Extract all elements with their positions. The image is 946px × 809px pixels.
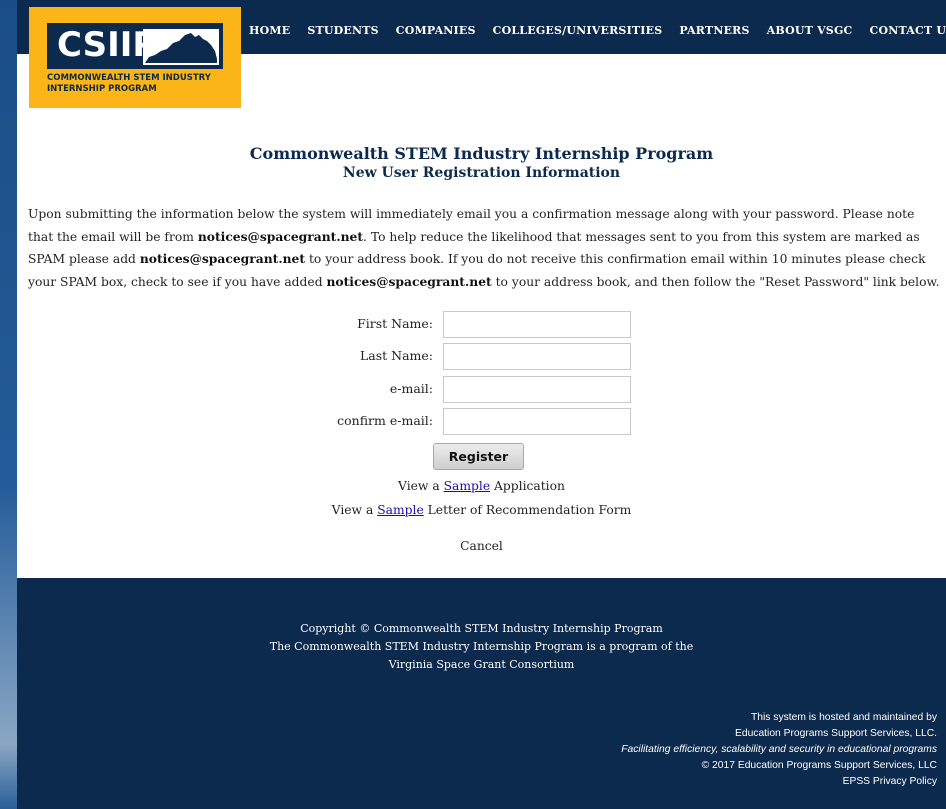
virginia-map-icon xyxy=(143,29,219,65)
footer-copyright: Copyright © Commonwealth STEM Industry I… xyxy=(300,622,663,635)
first-name-label: First Name: xyxy=(357,316,433,331)
confirm-email-row: confirm e-mail: xyxy=(17,408,946,436)
intro-paragraph: Upon submitting the information below th… xyxy=(28,207,940,289)
nav-colleges-universities[interactable]: COLLEGES/UNIVERSITIES xyxy=(493,24,663,37)
first-name-input[interactable] xyxy=(443,311,631,338)
email-input[interactable] xyxy=(443,376,631,403)
sender-email: notices@spacegrant.net xyxy=(197,228,364,244)
nav-about-vsgc[interactable]: ABOUT VSGC xyxy=(767,24,853,37)
site-logo[interactable]: CSIIP COMMONWEALTH STEM INDUSTRY INTERNS… xyxy=(29,7,241,108)
privacy-policy-link[interactable]: EPSS Privacy Policy xyxy=(621,774,937,790)
nav-home[interactable]: HOME xyxy=(249,24,290,37)
confirm-email-label: confirm e-mail: xyxy=(337,413,433,428)
page: HOME STUDENTS COMPANIES COLLEGES/UNIVERS… xyxy=(17,0,946,809)
page-subtitle: New User Registration Information xyxy=(342,165,621,181)
confirm-email-input[interactable] xyxy=(443,408,631,435)
nav-partners[interactable]: PARTNERS xyxy=(679,24,749,37)
nav-companies[interactable]: COMPANIES xyxy=(396,24,476,37)
main-content: Commonwealth STEM Industry Internship Pr… xyxy=(17,54,946,578)
logo-badge: CSIIP xyxy=(47,23,223,69)
page-title: Commonwealth STEM Industry Internship Pr… xyxy=(249,144,714,163)
last-name-row: Last Name: xyxy=(17,343,946,371)
sample-application-line: View a Sample Application xyxy=(398,479,565,493)
footer-hosted-line2: Education Programs Support Services, LLC… xyxy=(734,728,937,739)
sample-letter-link[interactable]: Sample xyxy=(377,503,424,517)
sender-email: notices@spacegrant.net xyxy=(139,251,306,266)
sample-letter-line: View a Sample Letter of Recommendation F… xyxy=(331,503,632,517)
footer-copyright-epss: © 2017 Education Programs Support Servic… xyxy=(701,760,937,771)
email-row: e-mail: xyxy=(17,376,946,404)
email-label: e-mail: xyxy=(389,381,433,396)
footer-tagline: Facilitating efficiency, scalability and… xyxy=(621,744,937,755)
footer-consortium: Virginia Space Grant Consortium xyxy=(388,658,575,671)
first-name-row: First Name: xyxy=(17,311,946,339)
footer: Copyright © Commonwealth STEM Industry I… xyxy=(17,578,946,809)
footer-hosting-block: This system is hosted and maintained by … xyxy=(621,710,937,790)
sender-email: notices@spacegrant.net xyxy=(326,273,492,289)
cancel-link[interactable]: Cancel xyxy=(17,539,946,553)
background-edge xyxy=(0,0,17,809)
logo-caption: COMMONWEALTH STEM INDUSTRY INTERNSHIP PR… xyxy=(47,73,211,94)
register-button[interactable]: Register xyxy=(433,443,524,470)
last-name-input[interactable] xyxy=(443,343,631,370)
footer-program-line: The Commonwealth STEM Industry Internshi… xyxy=(269,640,694,653)
footer-copyright-block: Copyright © Commonwealth STEM Industry I… xyxy=(17,620,946,674)
nav-students[interactable]: STUDENTS xyxy=(307,24,378,37)
main-nav: HOME STUDENTS COMPANIES COLLEGES/UNIVERS… xyxy=(249,24,946,37)
last-name-label: Last Name: xyxy=(359,348,433,363)
footer-hosted-line1: This system is hosted and maintained by xyxy=(750,712,937,723)
nav-contact-us[interactable]: CONTACT US xyxy=(870,24,946,37)
sample-application-link[interactable]: Sample xyxy=(444,479,491,493)
